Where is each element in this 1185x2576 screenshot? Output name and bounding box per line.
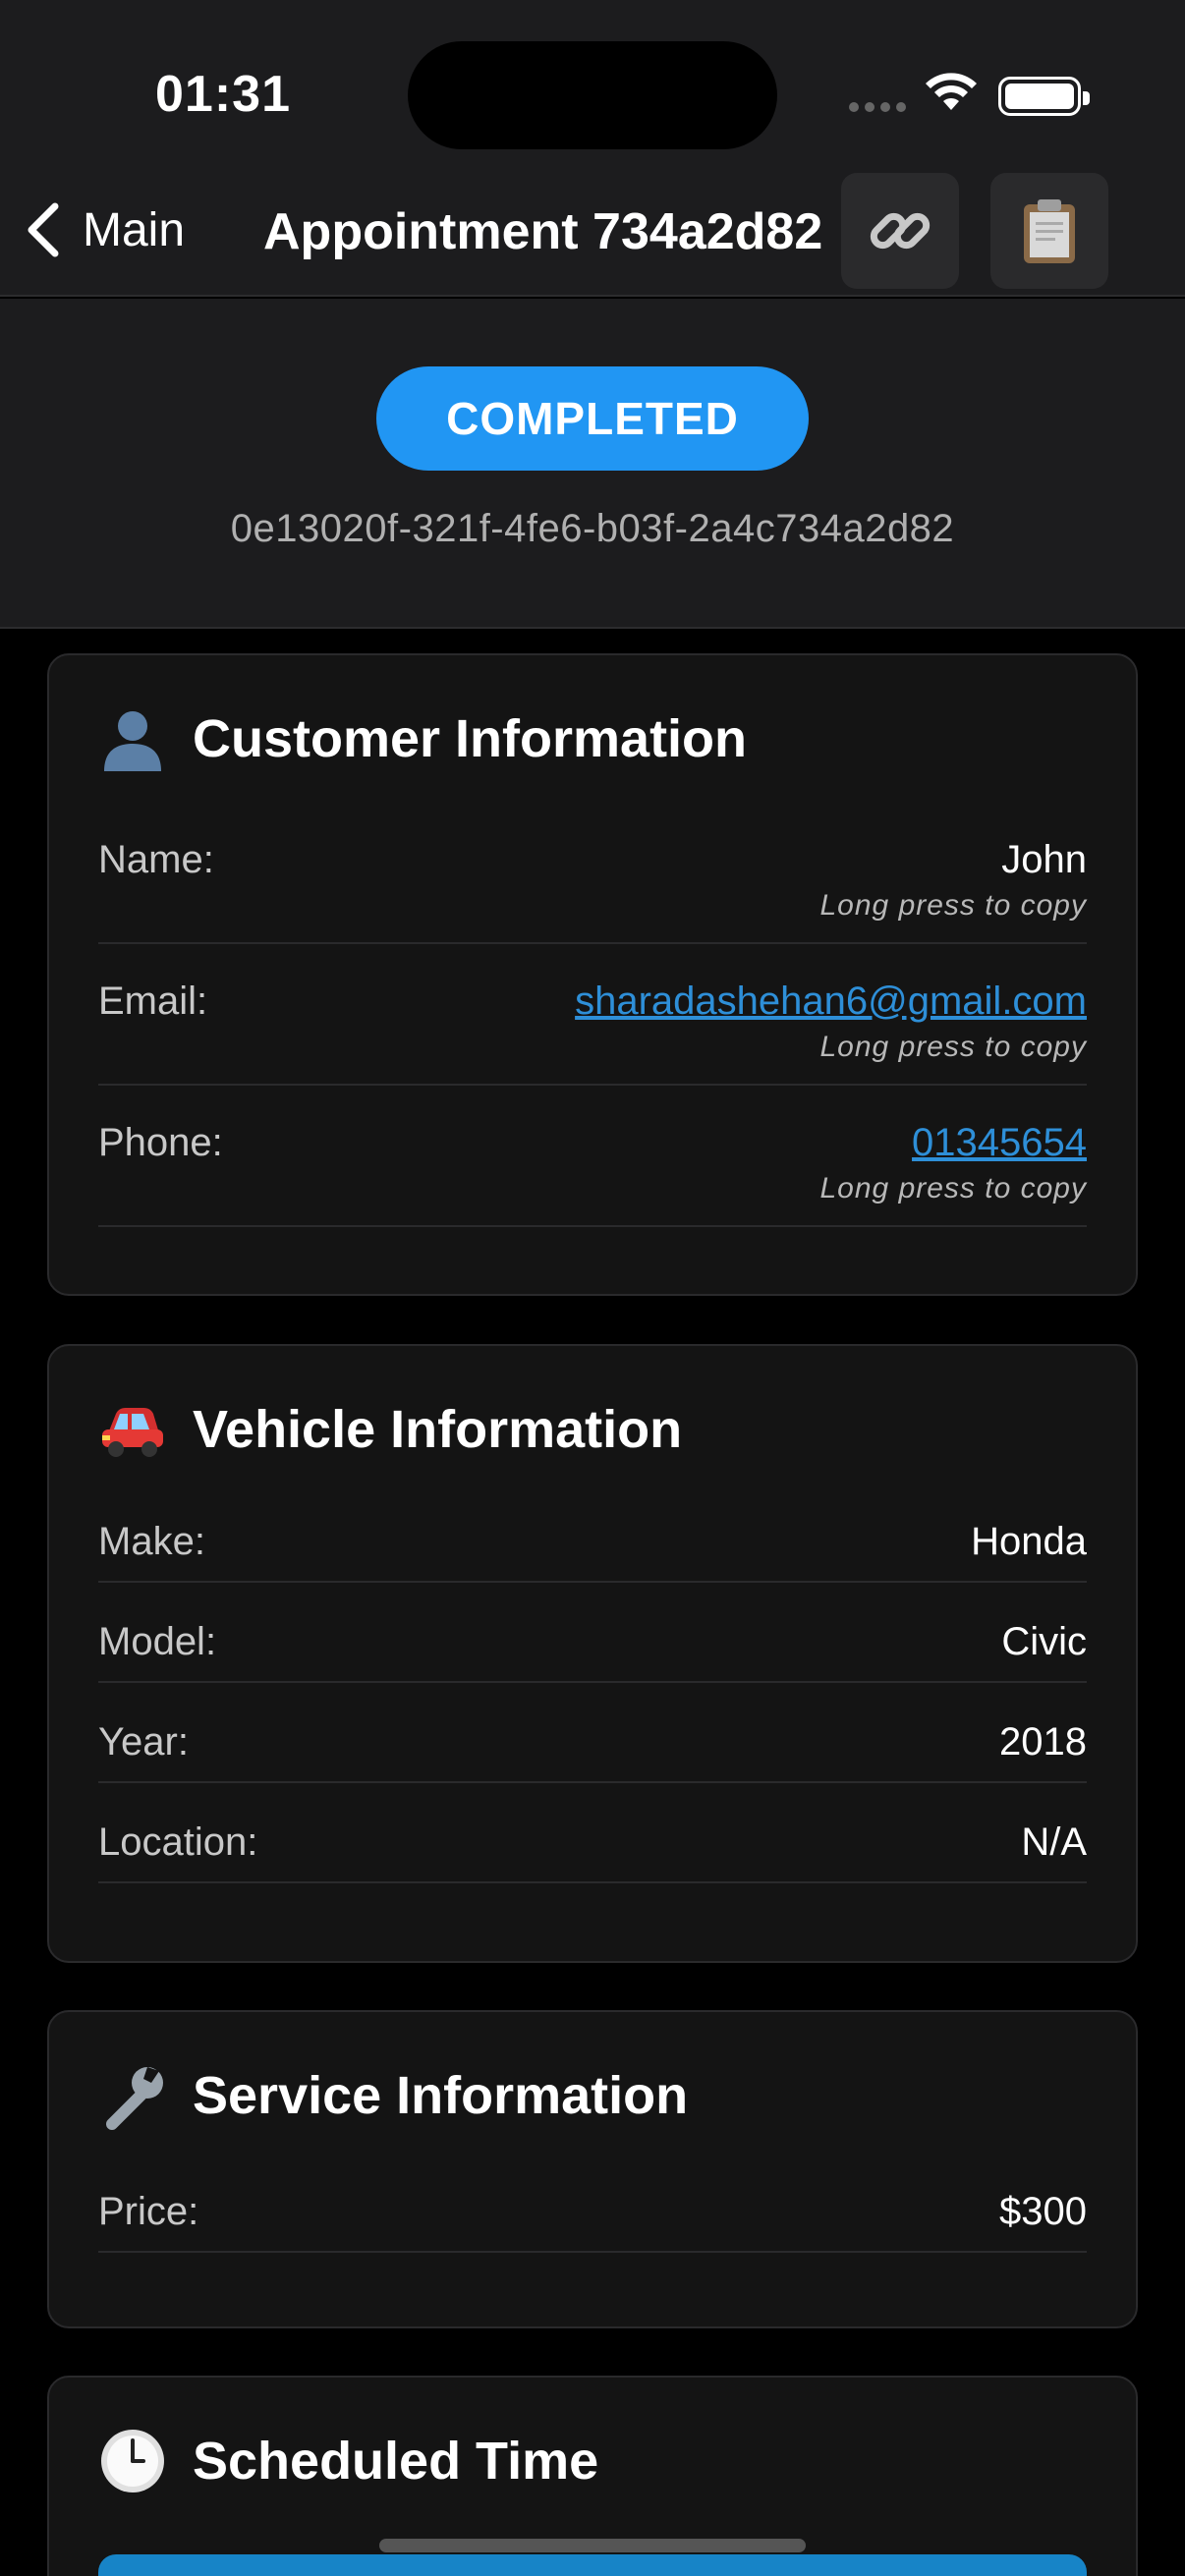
home-indicator[interactable]	[379, 2539, 806, 2552]
clipboard-icon	[1024, 199, 1075, 263]
card-header: Vehicle Information	[98, 1395, 682, 1464]
customer-phone-row[interactable]: Phone: 01345654 Long press to copy	[98, 1111, 1087, 1227]
battery-icon	[998, 77, 1090, 116]
card-title: Scheduled Time	[193, 2432, 599, 2491]
navigation-bar: Main Appointment 734a2d82	[0, 167, 1185, 297]
copy-hint: Long press to copy	[819, 889, 1087, 922]
clock-icon	[98, 2427, 167, 2495]
chevron-left-icon	[28, 202, 59, 257]
customer-email-row[interactable]: Email: sharadashehan6@gmail.com Long pre…	[98, 970, 1087, 1086]
dynamic-island	[408, 41, 777, 149]
wrench-icon	[98, 2061, 167, 2130]
service-info-card: Service Information Price: $300	[47, 2010, 1138, 2328]
vehicle-model-value: Civic	[1001, 1620, 1087, 1663]
person-icon	[98, 704, 167, 773]
row-label: Location:	[98, 1820, 258, 1864]
service-price-row: Price: $300	[98, 2178, 1087, 2253]
card-title: Vehicle Information	[193, 1400, 683, 1459]
card-header: Scheduled Time	[98, 2427, 598, 2495]
row-label: Name:	[98, 838, 214, 881]
card-title: Customer Information	[193, 709, 748, 768]
cellular-signal-icon	[849, 102, 906, 112]
service-price-value: $300	[999, 2190, 1087, 2233]
customer-name-row[interactable]: Name: John Long press to copy	[98, 828, 1087, 944]
row-label: Year:	[98, 1720, 189, 1764]
status-bar: 01:31	[0, 0, 1185, 167]
copy-hint: Long press to copy	[819, 1031, 1087, 1063]
card-header: Customer Information	[98, 704, 747, 773]
back-label: Main	[83, 203, 186, 256]
vehicle-location-value: N/A	[1021, 1820, 1087, 1864]
status-time: 01:31	[155, 66, 291, 123]
appointment-id: 0e13020f-321f-4fe6-b03f-2a4c734a2d82	[230, 507, 955, 550]
copy-link-button[interactable]	[841, 173, 959, 289]
copy-hint: Long press to copy	[819, 1172, 1087, 1204]
customer-name-value[interactable]: John	[1001, 838, 1087, 882]
copy-clipboard-button[interactable]	[990, 173, 1108, 289]
wifi-icon	[924, 71, 979, 117]
page-title: Appointment 734a2d82	[263, 203, 823, 260]
phone-link[interactable]: 01345654	[912, 1121, 1087, 1165]
back-button[interactable]: Main	[24, 200, 185, 259]
row-label: Price:	[98, 2190, 199, 2233]
card-header: Service Information	[98, 2061, 688, 2130]
vehicle-make-value: Honda	[971, 1520, 1087, 1563]
email-link[interactable]: sharadashehan6@gmail.com	[575, 980, 1087, 1024]
row-label: Email:	[98, 980, 208, 1023]
status-header: COMPLETED 0e13020f-321f-4fe6-b03f-2a4c73…	[0, 299, 1185, 629]
customer-info-card: Customer Information Name: John Long pre…	[47, 653, 1138, 1296]
vehicle-info-card: Vehicle Information Make: Honda Model: C…	[47, 1344, 1138, 1963]
vehicle-location-row: Location: N/A	[98, 1809, 1087, 1883]
row-label: Phone:	[98, 1121, 223, 1164]
vehicle-make-row: Make: Honda	[98, 1508, 1087, 1583]
row-label: Model:	[98, 1620, 217, 1663]
status-badge: COMPLETED	[376, 366, 809, 471]
card-title: Service Information	[193, 2066, 689, 2125]
vehicle-year-value: 2018	[999, 1720, 1087, 1764]
vehicle-model-row: Model: Civic	[98, 1608, 1087, 1683]
car-icon	[98, 1395, 167, 1464]
schedule-action-button[interactable]	[98, 2554, 1087, 2576]
row-label: Make:	[98, 1520, 205, 1563]
link-icon	[870, 212, 931, 250]
vehicle-year-row: Year: 2018	[98, 1708, 1087, 1783]
